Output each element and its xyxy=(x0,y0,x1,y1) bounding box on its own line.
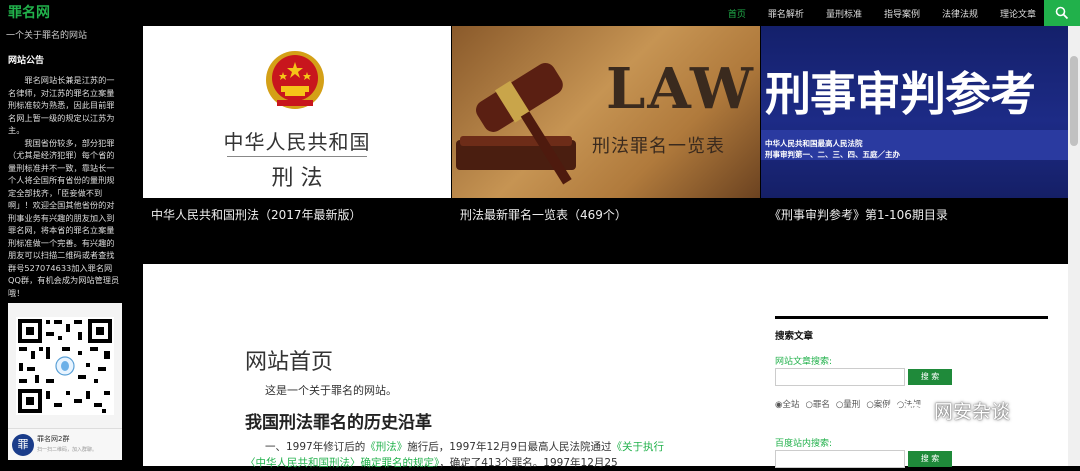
featured-caption[interactable]: 《刑事审判参考》第1-106期目录 xyxy=(769,206,948,223)
article-text: 施行后，1997年12月9日最高人民法院通过 xyxy=(407,441,612,453)
qq-group-qr-card: 罪 罪名网2群 扫一扫二维码，加入群聊。 xyxy=(8,303,122,460)
notice-body: 罪名网站长兼是江苏的一名律师，对江苏的罪名立案量刑标准较为熟悉，因此目前罪名网上… xyxy=(8,74,120,299)
baidu-search-label: 百度站内搜索: xyxy=(775,439,833,449)
top-navigation-bar: 罪名网 首页 罪名解析 量刑标准 指导案例 法律法规 理论文章 xyxy=(0,0,1080,26)
law-word: LAW xyxy=(606,56,755,122)
search-icon xyxy=(1055,6,1069,20)
cover-divider xyxy=(227,156,367,157)
search-widget: 搜索文章 网站文章搜索: 搜 索 ◉全站 ○罪名 ○量刑 ○案例 ○法规 百度站… xyxy=(775,316,1048,468)
cover-title-line1: 中华人民共和国 xyxy=(223,130,371,154)
qr-hint-text: 扫一扫二维码，加入群聊。 xyxy=(37,447,98,453)
site-logo[interactable]: 罪名网 xyxy=(8,2,50,22)
watermark-text: 网安杂谈 xyxy=(934,400,1011,423)
main-nav: 首页 罪名解析 量刑标准 指导案例 法律法规 理论文章 xyxy=(706,0,1036,26)
search-toggle-button[interactable] xyxy=(1044,0,1080,26)
featured-post-criminal-trial-reference[interactable]: 刑事审判参考 中华人民共和国最高人民法院 刑事审判第一、二、三、四、五庭／主办 … xyxy=(761,26,1069,264)
law-subtitle: 刑法罪名一览表 xyxy=(592,136,725,157)
notice-heading: 网站公告 xyxy=(8,56,45,66)
national-emblem-icon xyxy=(266,51,324,109)
qr-code-image[interactable] xyxy=(16,317,114,415)
nav-item-laws[interactable]: 法律法规 xyxy=(942,7,978,20)
qr-card-footer: 罪 罪名网2群 扫一扫二维码，加入群聊。 xyxy=(8,428,122,460)
baidu-search-button[interactable]: 搜 索 xyxy=(908,451,952,467)
site-tagline: 一个关于罪名的网站 xyxy=(6,31,88,41)
notice-paragraph: 我国省份较多，部分犯罪（尤其是经济犯罪）每个省的量刑标准并不一致，靠站长一个人将… xyxy=(8,137,120,298)
main-content: 网站首页 这是一个关于罪名的网站。 我国刑法罪名的历史沿革 一、1997年修订后… xyxy=(143,264,1068,469)
nav-item-guiding-cases[interactable]: 指导案例 xyxy=(884,7,920,20)
publisher-line2: 刑事审判第一、二、三、四、五庭／主办 xyxy=(765,150,900,159)
site-search-input[interactable] xyxy=(775,368,905,386)
law-gavel-cover-image[interactable]: LAW 刑法罪名一览表 xyxy=(452,26,760,198)
featured-post-crime-list[interactable]: LAW 刑法罪名一览表 刑法最新罪名一览表（469个） xyxy=(452,26,760,264)
baidu-search-input[interactable] xyxy=(775,450,905,468)
wechat-icon xyxy=(889,397,926,422)
widget-top-border xyxy=(775,316,1048,319)
site-search-button[interactable]: 搜 索 xyxy=(908,369,952,385)
article-text: 一、1997年修订后的 xyxy=(265,441,366,453)
widget-title: 搜索文章 xyxy=(775,331,814,342)
featured-posts: 中华人民共和国 刑 法 中华人民共和国刑法（2017年最新版） LAW 刑法罪名… xyxy=(143,26,1069,264)
vertical-scrollbar[interactable] xyxy=(1068,26,1080,466)
featured-post-criminal-law[interactable]: 中华人民共和国 刑 法 中华人民共和国刑法（2017年最新版） xyxy=(143,26,451,264)
page-title: 网站首页 xyxy=(245,350,334,375)
article-text: ，确定了413个罪名。1997年12月25 xyxy=(439,457,618,469)
featured-caption[interactable]: 中华人民共和国刑法（2017年最新版） xyxy=(151,206,362,223)
featured-caption[interactable]: 刑法最新罪名一览表（469个） xyxy=(460,206,627,223)
scrollbar-thumb[interactable] xyxy=(1070,56,1078,146)
nav-item-sentencing[interactable]: 量刑标准 xyxy=(826,7,862,20)
criminal-law-link[interactable]: 《刑法》 xyxy=(365,441,407,453)
radio-crime[interactable]: ○罪名 xyxy=(805,398,832,410)
article-body: 一、1997年修订后的《刑法》施行后，1997年12月9日最高人民法院通过《关于… xyxy=(245,439,675,471)
criminal-law-cover-image[interactable]: 中华人民共和国 刑 法 xyxy=(143,26,451,198)
article-title[interactable]: 我国刑法罪名的历史沿革 xyxy=(245,408,432,433)
publisher-line1: 中华人民共和国最高人民法院 xyxy=(765,139,863,148)
radio-sentencing[interactable]: ○量刑 xyxy=(836,398,863,410)
left-sidebar: 一个关于罪名的网站 网站公告 罪名网站长兼是江苏的一名律师，对江苏的罪名立案量刑… xyxy=(0,26,142,466)
nav-item-home[interactable]: 首页 xyxy=(728,7,746,20)
group-avatar: 罪 xyxy=(12,434,34,456)
cover-big-title: 刑事审判参考 xyxy=(765,67,1036,121)
gavel-icon xyxy=(456,62,576,185)
notice-paragraph: 罪名网站长兼是江苏的一名律师，对江苏的罪名立案量刑标准较为熟悉，因此目前罪名网上… xyxy=(8,75,115,135)
qq-group-name: 罪名网2群 xyxy=(37,435,70,443)
nav-item-crime-analysis[interactable]: 罪名解析 xyxy=(768,7,804,20)
radio-all[interactable]: ◉全站 xyxy=(775,398,802,410)
criminal-trial-reference-cover-image[interactable]: 刑事审判参考 中华人民共和国最高人民法院 刑事审判第一、二、三、四、五庭／主办 xyxy=(761,26,1069,198)
page-intro: 这是一个关于罪名的网站。 xyxy=(265,384,397,397)
nav-item-articles[interactable]: 理论文章 xyxy=(1000,7,1036,20)
watermark: 网安杂谈 xyxy=(888,396,1010,424)
cover-title-line2: 刑 法 xyxy=(271,166,323,191)
site-search-label: 网站文章搜索: xyxy=(775,357,833,367)
